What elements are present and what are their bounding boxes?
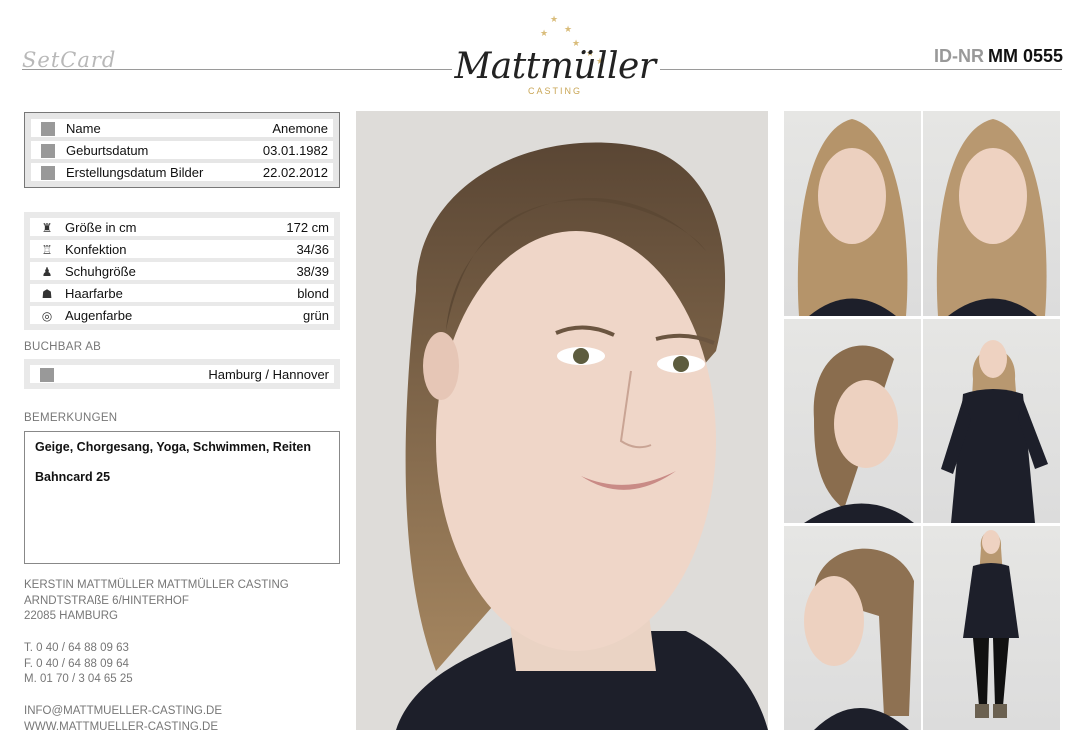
remarks-line: Bahncard 25 [35,470,111,484]
measure-value: grün [302,308,329,323]
measure-label: Augenfarbe [65,308,133,323]
main-portrait-photo [356,111,768,730]
portrait-illustration [396,142,768,730]
bookable-table: Hamburg / Hannover [24,359,340,389]
thumbnail-photo [784,526,921,730]
basic-info-table: Name Anemone Geburtsdatum 03.01.1982 Ers… [24,112,340,188]
measure-label: Konfektion [65,242,127,257]
remarks-line: Geige, Chorgesang, Yoga, Schwimmen, Reit… [35,440,311,454]
bookable-row: Hamburg / Hannover [27,363,337,385]
brand-logo: ★ ★ ★ ★ ★ ★ Mattmüller CASTING [448,12,662,96]
measure-row: ♖ Konfektion 34/36 [27,238,337,260]
star-icon: ★ [550,14,559,24]
photo-illustration [941,340,1048,523]
contact-web[interactable]: WWW.MATTMUELLER-CASTING.DE [24,720,222,736]
id-number: ID-NR MM 0555 [934,46,1063,67]
contact-mobile: M. 01 70 / 3 04 65 25 [24,673,133,685]
contact-phones: T. 0 40 / 64 88 09 63 F. 0 40 / 64 88 09… [24,641,133,688]
header-rule-right [660,69,1062,70]
photo-illustration [804,548,914,730]
thumbnail-photo [784,319,921,523]
contact-city: 22085 HAMBURG [24,610,118,622]
bookable-value: Hamburg / Hannover [208,367,329,382]
remarks-box: Geige, Chorgesang, Yoga, Schwimmen, Reit… [24,431,340,564]
info-label: Name [66,121,101,136]
measure-row: ♟ Schuhgröße 38/39 [27,260,337,282]
photo-illustration [804,345,914,523]
measurements-table: ♜ Größe in cm 172 cm ♖ Konfektion 34/36 … [24,212,340,330]
shoe-icon: ♟ [41,265,53,279]
star-icon: ★ [540,28,549,38]
bookable-label: BUCHBAR AB [24,341,102,353]
info-value: 03.01.1982 [262,143,328,158]
thumbnail-photo [923,111,1060,316]
measure-row: ☗ Haarfarbe blond [27,282,337,304]
measure-value: blond [297,286,329,301]
info-row: Geburtsdatum 03.01.1982 [28,139,336,161]
measure-row: ♜ Größe in cm 172 cm [27,216,337,238]
measure-label: Schuhgröße [65,264,136,279]
eye-icon: ◎ [41,309,53,323]
photo-illustration [797,119,908,316]
logo-wordmark: Mattmüller [454,46,656,87]
square-icon [41,166,55,180]
info-row: Name Anemone [28,117,336,139]
id-label: ID-NR [933,46,984,66]
thumbnail-photo [923,526,1060,730]
info-row: Erstellungsdatum Bilder 22.02.2012 [28,161,336,183]
remarks-label: BEMERKUNGEN [24,412,118,424]
contact-street: ARNDTSTRAßE 6/HINTERHOF [24,594,189,607]
thumbnail-photo [923,319,1060,523]
measure-row: ◎ Augenfarbe grün [27,304,337,326]
photo-illustration [963,530,1019,718]
figure-icon: ♜ [41,221,53,235]
measure-label: Haarfarbe [65,286,123,301]
measure-value: 34/36 [296,242,329,257]
photo-illustration [936,119,1047,316]
clothing-icon: ♖ [41,243,53,257]
measure-value: 38/39 [296,264,329,279]
info-value: Anemone [272,121,328,136]
contact-address: KERSTIN MATTMÜLLER MATTMÜLLER CASTING AR… [24,578,289,625]
contact-phone: T. 0 40 / 64 88 09 63 [24,642,129,654]
measure-value: 172 cm [286,220,329,235]
info-label: Erstellungsdatum Bilder [66,165,204,180]
contact-fax: F. 0 40 / 64 88 09 64 [24,657,129,670]
square-icon [41,144,55,158]
measure-label: Größe in cm [65,220,137,235]
logo-subtitle: CASTING [527,86,582,96]
hair-icon: ☗ [41,287,53,301]
square-icon [41,122,55,136]
square-icon [40,368,54,382]
thumbnail-photo [784,111,921,316]
contact-online: INFO@MATTMUELLER-CASTING.DE WWW.MATTMUEL… [24,704,222,735]
star-icon: ★ [564,24,573,34]
info-label: Geburtsdatum [66,143,149,158]
contact-email[interactable]: INFO@MATTMUELLER-CASTING.DE [24,704,222,720]
contact-name: KERSTIN MATTMÜLLER MATTMÜLLER CASTING [24,579,289,591]
id-value: MM 0555 [987,46,1063,66]
setcard-logo: SetCard [22,48,117,72]
info-value: 22.02.2012 [262,165,328,180]
